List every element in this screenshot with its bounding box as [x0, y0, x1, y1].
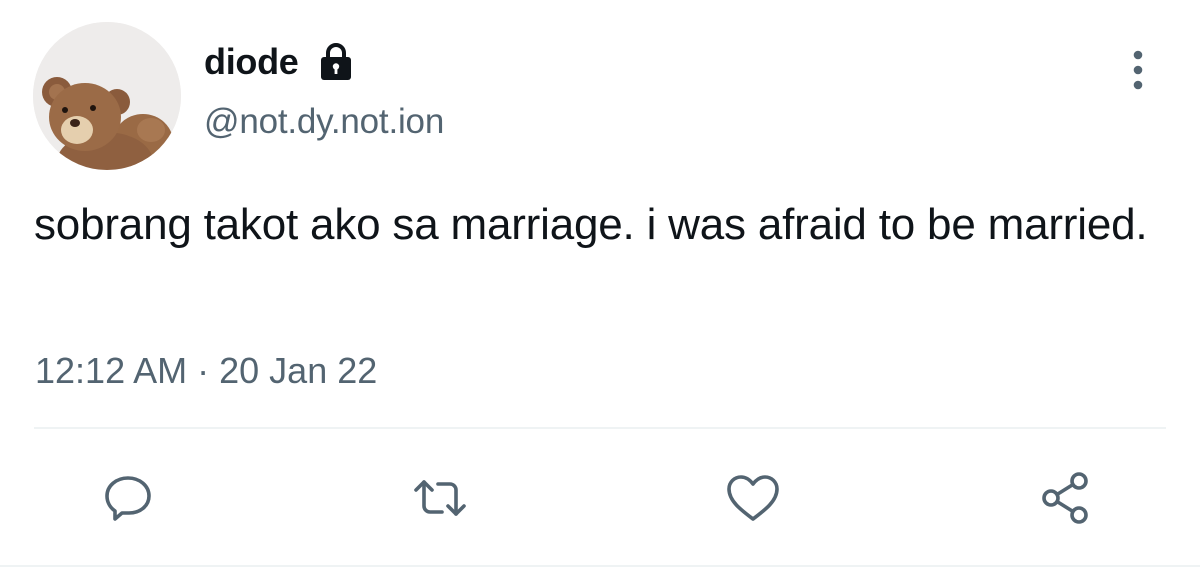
divider	[34, 427, 1166, 429]
like-icon	[727, 475, 779, 521]
author-name-row: diode	[204, 40, 353, 84]
tweet-date[interactable]: 20 Jan 22	[219, 350, 377, 392]
share-button[interactable]	[1036, 468, 1096, 528]
more-vertical-icon	[1133, 50, 1143, 90]
tweet-text: sobrang takot ako sa marriage. i was afr…	[34, 200, 1148, 249]
reply-button[interactable]	[98, 468, 158, 528]
reply-icon	[105, 476, 151, 521]
retweet-icon	[414, 480, 466, 516]
timestamp-row: 12:12 AM · 20 Jan 22	[35, 350, 377, 392]
timestamp-separator: ·	[197, 350, 210, 391]
retweet-button[interactable]	[410, 468, 470, 528]
lock-icon	[319, 43, 353, 81]
bottom-divider	[0, 565, 1200, 567]
more-options-button[interactable]	[1122, 48, 1154, 94]
share-icon	[1042, 472, 1088, 524]
like-button[interactable]	[723, 468, 783, 528]
display-name[interactable]: diode	[204, 41, 299, 83]
teddy-bear-avatar-icon	[33, 22, 181, 170]
tweet-detail: diode @not.dy.not.ion sobrang takot ako …	[0, 0, 1200, 583]
avatar[interactable]	[33, 22, 181, 170]
tweet-time[interactable]: 12:12 AM	[35, 350, 187, 392]
author-handle[interactable]: @not.dy.not.ion	[204, 102, 444, 142]
